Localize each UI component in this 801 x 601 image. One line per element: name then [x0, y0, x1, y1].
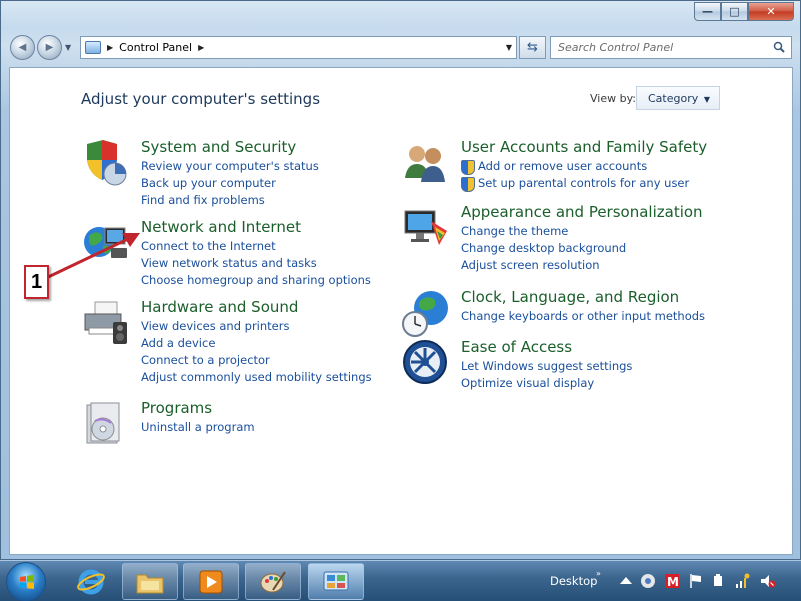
maximize-button[interactable]: □	[721, 2, 748, 21]
monitor-palette-icon[interactable]	[401, 203, 451, 253]
minimize-button[interactable]: —	[694, 2, 721, 21]
link-connect-internet[interactable]: Connect to the Internet	[141, 238, 371, 255]
category-title[interactable]: Hardware and Sound	[141, 298, 298, 316]
internet-explorer-icon	[77, 569, 105, 594]
power-plug-icon[interactable]	[710, 573, 726, 589]
desktop-toolbar-label[interactable]: Desktop	[550, 574, 597, 588]
category-title[interactable]: Programs	[141, 399, 212, 417]
address-separator-icon[interactable]: ▶	[107, 43, 113, 52]
ease-of-access-icon[interactable]	[401, 338, 451, 388]
breadcrumb-chevron-icon[interactable]: ▶	[198, 43, 204, 52]
annotation-arrow	[43, 233, 140, 281]
recent-pages-dropdown[interactable]: ▼	[65, 43, 71, 52]
category-title[interactable]: User Accounts and Family Safety	[461, 138, 707, 156]
taskbar-control-panel[interactable]	[308, 563, 364, 600]
link-suggest-settings[interactable]: Let Windows suggest settings	[461, 358, 632, 375]
taskbar-paint[interactable]	[245, 563, 301, 600]
taskbar-internet-explorer[interactable]	[63, 563, 119, 600]
search-placeholder: Search Control Panel	[558, 41, 674, 54]
link-back-up[interactable]: Back up your computer	[141, 175, 319, 192]
windows-flag-icon	[20, 575, 34, 589]
refresh-button[interactable]: ⇆	[519, 36, 546, 59]
category-title[interactable]: Clock, Language, and Region	[461, 288, 679, 306]
printer-speaker-icon[interactable]	[81, 298, 131, 348]
category-title[interactable]: Network and Internet	[141, 218, 301, 236]
address-dropdown-icon[interactable]: ▼	[506, 43, 512, 52]
users-icon[interactable]	[401, 138, 451, 188]
navigation-bar: ◀ ▶ ▼ ▶ Control Panel ▶ ▼ ⇆ Search Contr…	[1, 31, 800, 63]
control-panel-icon	[323, 571, 349, 590]
content-pane: Adjust your computer's settings View by:…	[9, 67, 793, 555]
link-keyboards-input[interactable]: Change keyboards or other input methods	[461, 308, 705, 325]
category-title[interactable]: System and Security	[141, 138, 296, 156]
toolbar-chevron-icon[interactable]: »	[596, 569, 601, 578]
address-bar[interactable]: ▶ Control Panel ▶ ▼	[80, 36, 517, 59]
clock-globe-icon[interactable]	[401, 288, 451, 338]
refresh-icon: ⇆	[527, 40, 538, 55]
explorer-folder-icon	[136, 574, 164, 593]
start-button[interactable]	[6, 562, 46, 601]
taskbar-windows-explorer[interactable]	[122, 563, 178, 600]
link-find-fix[interactable]: Find and fix problems	[141, 192, 319, 209]
link-change-theme[interactable]: Change the theme	[461, 223, 626, 240]
back-button[interactable]: ◀	[10, 35, 35, 60]
svg-text:M: M	[667, 575, 679, 589]
taskbar-media-player[interactable]	[183, 563, 239, 600]
category-links: Uninstall a program	[141, 419, 255, 436]
programs-disc-icon[interactable]	[81, 399, 131, 449]
link-add-device[interactable]: Add a device	[141, 335, 372, 352]
category-links: Add or remove user accounts Set up paren…	[461, 158, 689, 192]
forward-button[interactable]: ▶	[37, 35, 62, 60]
paint-icon	[260, 570, 286, 592]
shield-pie-icon[interactable]	[81, 138, 131, 188]
taskbar: Desktop » M	[0, 560, 801, 601]
search-input[interactable]: Search Control Panel	[550, 36, 792, 59]
close-button[interactable]: ✕	[748, 2, 794, 21]
link-optimize-display[interactable]: Optimize visual display	[461, 375, 632, 392]
link-homegroup[interactable]: Choose homegroup and sharing options	[141, 272, 371, 289]
link-projector[interactable]: Connect to a projector	[141, 352, 372, 369]
link-uninstall-program[interactable]: Uninstall a program	[141, 419, 255, 436]
breadcrumb-control-panel[interactable]: Control Panel	[119, 41, 192, 54]
action-center-flag-icon[interactable]	[688, 573, 704, 589]
title-bar[interactable]: — □ ✕	[1, 1, 800, 29]
category-links: Connect to the Internet View network sta…	[141, 238, 371, 289]
category-title[interactable]: Ease of Access	[461, 338, 572, 356]
chevron-down-icon: ▼	[703, 95, 710, 104]
forward-arrow-icon: ▶	[45, 42, 54, 53]
volume-muted-icon[interactable]	[760, 573, 776, 589]
view-by-label: View by:	[590, 92, 636, 105]
show-hidden-icons-icon[interactable]	[618, 573, 634, 589]
link-devices-printers[interactable]: View devices and printers	[141, 318, 372, 335]
back-arrow-icon: ◀	[18, 42, 27, 53]
control-panel-icon	[85, 41, 101, 54]
tray-app-icon[interactable]	[640, 573, 656, 589]
link-parental-controls[interactable]: Set up parental controls for any user	[461, 175, 689, 192]
category-links: Change keyboards or other input methods	[461, 308, 705, 325]
link-network-status[interactable]: View network status and tasks	[141, 255, 371, 272]
category-links: Change the theme Change desktop backgrou…	[461, 223, 626, 274]
page-title: Adjust your computer's settings	[81, 90, 321, 108]
link-add-remove-accounts[interactable]: Add or remove user accounts	[461, 158, 689, 175]
link-mobility-settings[interactable]: Adjust commonly used mobility settings	[141, 369, 372, 386]
category-title[interactable]: Appearance and Personalization	[461, 203, 703, 221]
antivirus-m-icon[interactable]: M	[664, 573, 680, 589]
category-links: View devices and printers Add a device C…	[141, 318, 372, 386]
link-desktop-background[interactable]: Change desktop background	[461, 240, 626, 257]
category-links: Let Windows suggest settings Optimize vi…	[461, 358, 632, 392]
search-icon[interactable]	[773, 41, 785, 53]
category-links: Review your computer's status Back up yo…	[141, 158, 319, 209]
annotation-callout: 1	[24, 265, 49, 299]
media-player-icon	[199, 570, 223, 593]
link-review-status[interactable]: Review your computer's status	[141, 158, 319, 175]
caption-buttons: — □ ✕	[694, 2, 794, 21]
view-by-value: Category	[648, 91, 699, 105]
network-signal-icon[interactable]	[734, 573, 750, 589]
view-by-dropdown[interactable]: Category ▼	[636, 86, 720, 110]
link-screen-resolution[interactable]: Adjust screen resolution	[461, 257, 626, 274]
